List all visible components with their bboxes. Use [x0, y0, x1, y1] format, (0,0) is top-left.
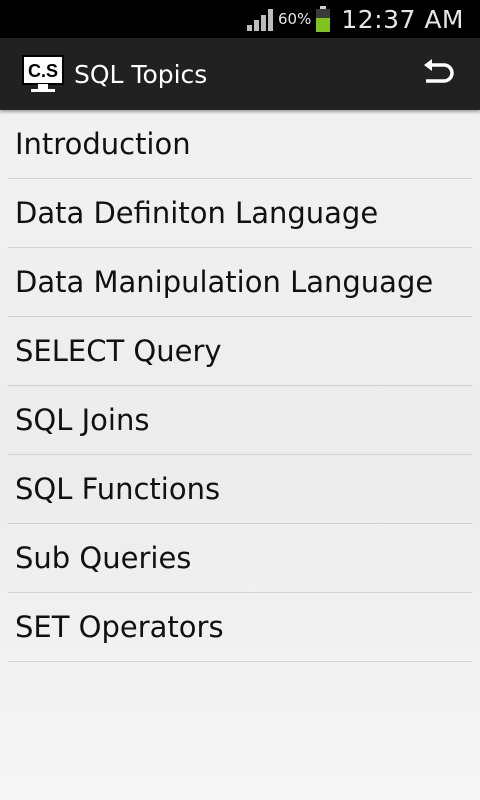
topic-item-sql-functions[interactable]: SQL Functions	[8, 455, 472, 524]
topic-item-introduction[interactable]: Introduction	[8, 110, 472, 179]
signal-strength-icon	[246, 9, 273, 31]
status-bar: 60% 12:37 AM	[0, 0, 480, 38]
battery-icon	[316, 6, 331, 32]
topic-item-select-query[interactable]: SELECT Query	[8, 317, 472, 386]
topic-item-data-manipulation-language[interactable]: Data Manipulation Language	[8, 248, 472, 317]
topic-item-data-definition-language[interactable]: Data Definiton Language	[8, 179, 472, 248]
topic-label: SELECT Query	[15, 334, 222, 368]
topic-label: Sub Queries	[15, 541, 192, 575]
back-button[interactable]	[420, 56, 456, 92]
topic-item-set-operators[interactable]: SET Operators	[8, 593, 472, 662]
topic-item-sql-joins[interactable]: SQL Joins	[8, 386, 472, 455]
topic-label: Data Manipulation Language	[15, 265, 434, 299]
action-bar: C.S SQL Topics	[0, 38, 480, 110]
topic-label: Introduction	[15, 127, 191, 161]
page-title: SQL Topics	[74, 59, 208, 89]
topic-label: Data Definiton Language	[15, 196, 379, 230]
topic-label: SQL Joins	[15, 403, 150, 437]
battery-percent: 60%	[277, 10, 312, 28]
topic-list: Introduction Data Definiton Language Dat…	[0, 110, 480, 662]
topic-label: SQL Functions	[15, 472, 221, 506]
topic-label: SET Operators	[15, 610, 224, 644]
clock: 12:37 AM	[341, 4, 464, 34]
app-logo-text: C.S	[28, 61, 58, 81]
app-logo-icon: C.S	[22, 55, 64, 92]
topic-item-sub-queries[interactable]: Sub Queries	[8, 524, 472, 593]
